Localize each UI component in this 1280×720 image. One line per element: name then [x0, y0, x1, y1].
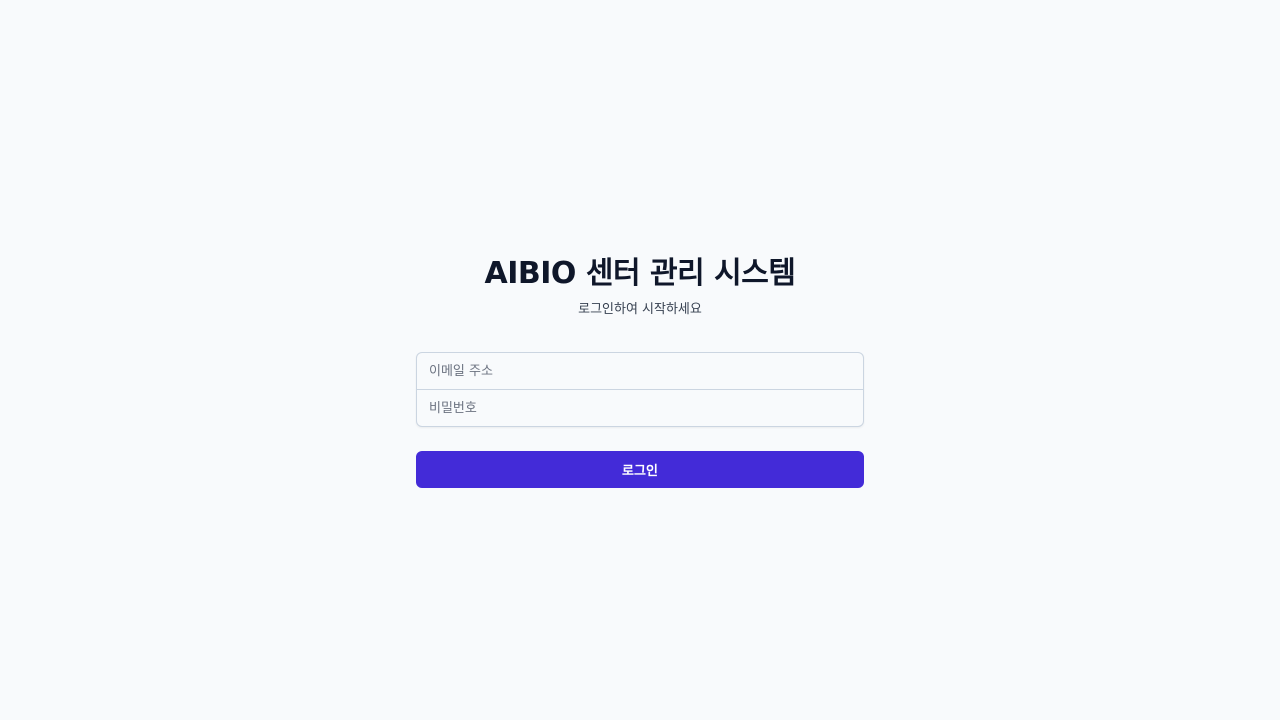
email-input[interactable]	[417, 353, 863, 389]
login-button[interactable]: 로그인	[416, 451, 864, 488]
password-input[interactable]	[417, 390, 863, 426]
page-subtitle: 로그인하여 시작하세요	[578, 302, 702, 317]
page-title: AIBIO 센터 관리 시스템	[484, 256, 796, 291]
credentials-group	[416, 352, 864, 427]
login-page: AIBIO 센터 관리 시스템 로그인하여 시작하세요 로그인	[0, 0, 1280, 720]
login-form: AIBIO 센터 관리 시스템 로그인하여 시작하세요 로그인	[416, 252, 864, 488]
